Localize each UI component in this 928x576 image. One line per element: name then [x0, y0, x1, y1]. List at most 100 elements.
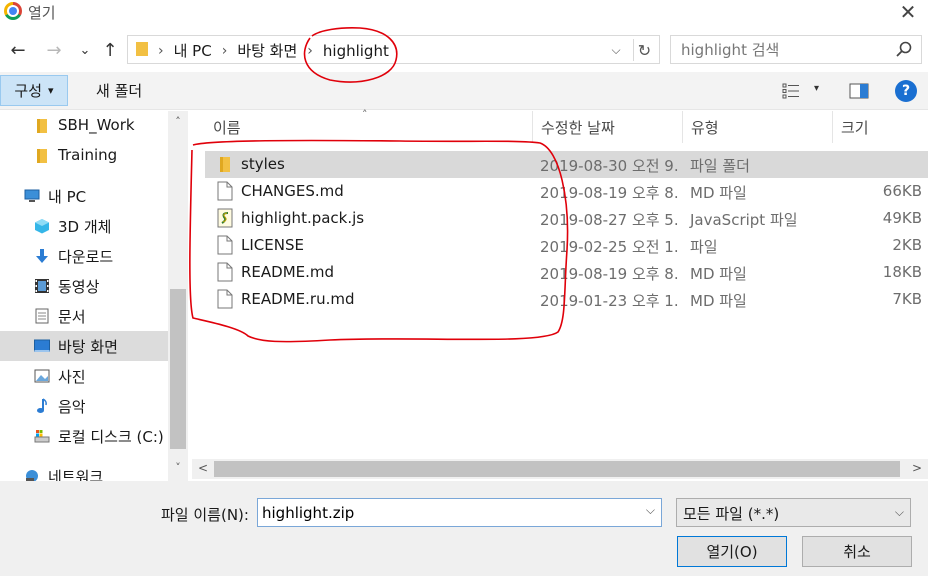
file-date: 2019-08-19 오후 8...: [540, 184, 680, 202]
breadcrumb-separator[interactable]: ›: [307, 43, 313, 59]
sidebar-item-local-disk[interactable]: 로컬 디스크 (C:): [0, 421, 168, 451]
breadcrumb: › 내 PC › 바탕 화면 › highlight: [158, 40, 399, 61]
title-bar: 열기 ✕: [0, 0, 928, 28]
sidebar-item-label: 문서: [58, 308, 86, 326]
column-header-type[interactable]: 유형: [683, 111, 833, 143]
sort-ascending-icon: ˄: [362, 108, 368, 121]
file-name: CHANGES.md: [241, 182, 344, 200]
scrollbar-thumb[interactable]: [170, 289, 186, 449]
horizontal-scrollbar[interactable]: < >: [192, 459, 928, 479]
cube-icon: [35, 219, 49, 234]
folder-icon: [37, 119, 47, 133]
sidebar-item-label: 내 PC: [48, 188, 87, 206]
scrollbar-thumb[interactable]: [214, 461, 900, 477]
file-row-highlight-pack[interactable]: highlight.pack.js 2019-08-27 오후 5... Jav…: [205, 205, 928, 232]
breadcrumb-separator[interactable]: ›: [222, 43, 228, 59]
sidebar-item-desktop[interactable]: 바탕 화면: [0, 331, 168, 361]
search-icon[interactable]: [895, 40, 913, 58]
chrome-icon: [4, 2, 22, 20]
picture-icon: [34, 369, 50, 383]
sidebar-item-label: Training: [58, 146, 118, 164]
file-size: 2KB: [892, 236, 922, 254]
network-icon: [26, 470, 38, 481]
organize-button[interactable]: 구성 ▾: [0, 75, 68, 106]
file-date: 2019-01-23 오후 1...: [540, 292, 680, 310]
breadcrumb-separator: ›: [158, 42, 164, 59]
file-icon: [217, 181, 233, 201]
back-button[interactable]: ←: [8, 38, 28, 62]
sidebar-item-pictures[interactable]: 사진: [0, 361, 168, 391]
sidebar-item-3d-objects[interactable]: 3D 개체: [0, 211, 168, 241]
search-box[interactable]: [670, 35, 922, 64]
column-header-date[interactable]: 수정한 날짜: [533, 111, 683, 143]
view-options-icon[interactable]: [782, 82, 800, 100]
sidebar-item-label: 3D 개체: [58, 218, 112, 236]
close-button[interactable]: ✕: [894, 0, 922, 24]
file-row-styles[interactable]: styles 2019-08-30 오전 9... 파일 폴더: [205, 151, 928, 178]
file-icon: [217, 289, 233, 309]
file-name: styles: [241, 155, 285, 173]
new-folder-button[interactable]: 새 폴더: [96, 80, 142, 101]
breadcrumb-item-my-pc[interactable]: 내 PC: [174, 40, 212, 61]
sidebar-item-downloads[interactable]: 다운로드: [0, 241, 168, 271]
preview-pane-icon[interactable]: [849, 82, 869, 100]
sidebar-item-network[interactable]: 네트워크: [0, 461, 168, 481]
sidebar-item-videos[interactable]: 동영상: [0, 271, 168, 301]
file-name: README.ru.md: [241, 290, 355, 308]
file-date: 2019-08-19 오후 8...: [540, 265, 680, 283]
window-title: 열기: [28, 4, 56, 22]
sidebar-item-sbh-work[interactable]: SBH_Work: [0, 111, 168, 141]
file-row-changes[interactable]: CHANGES.md 2019-08-19 오후 8... MD 파일 66KB: [205, 178, 928, 205]
sidebar-item-training[interactable]: Training: [0, 141, 168, 171]
file-size: 66KB: [882, 182, 922, 200]
cancel-button[interactable]: 취소: [802, 536, 912, 567]
file-type: JavaScript 파일: [690, 211, 798, 229]
recent-locations-button[interactable]: ⌄: [78, 38, 92, 62]
sidebar-item-documents[interactable]: 문서: [0, 301, 168, 331]
column-header-name[interactable]: 이름: [205, 111, 533, 143]
filename-input[interactable]: [262, 503, 632, 523]
column-header-size[interactable]: 크기: [833, 111, 928, 143]
address-bar[interactable]: › 내 PC › 바탕 화면 › highlight ⌵ ↻: [127, 35, 660, 64]
sidebar-scrollbar[interactable]: ˄ ˅: [168, 111, 188, 481]
sidebar-item-my-pc[interactable]: 내 PC: [0, 181, 168, 211]
chevron-down-icon: ▾: [48, 84, 54, 97]
computer-icon: [24, 189, 40, 202]
file-row-license[interactable]: LICENSE 2019-02-25 오전 1... 파일 2KB: [205, 232, 928, 259]
refresh-button[interactable]: ↻: [633, 39, 655, 61]
file-row-readme[interactable]: README.md 2019-08-19 오후 8... MD 파일 18KB: [205, 259, 928, 286]
breadcrumb-item-desktop[interactable]: 바탕 화면: [237, 40, 297, 61]
sidebar-item-label: 음악: [58, 398, 86, 416]
scroll-left-button[interactable]: <: [198, 461, 208, 475]
download-icon: [36, 249, 48, 263]
folder-icon: [136, 42, 148, 56]
forward-button[interactable]: →: [44, 38, 64, 62]
filename-combobox[interactable]: ⌵: [257, 498, 662, 527]
folder-icon: [220, 157, 230, 172]
scroll-right-button[interactable]: >: [912, 461, 922, 475]
scroll-up-button[interactable]: ˄: [172, 115, 184, 128]
file-row-readme-ru[interactable]: README.ru.md 2019-01-23 오후 1... MD 파일 7K…: [205, 286, 928, 313]
video-icon: [35, 279, 49, 293]
drive-icon: [34, 430, 50, 443]
chevron-down-icon[interactable]: ⌵: [646, 503, 655, 518]
file-type: MD 파일: [690, 292, 747, 310]
up-button[interactable]: ↑: [100, 38, 120, 62]
address-dropdown-button[interactable]: ⌵: [607, 41, 625, 59]
music-icon: [37, 398, 47, 413]
help-button[interactable]: ?: [895, 80, 917, 102]
file-type: MD 파일: [690, 184, 747, 202]
file-type-filter[interactable]: 모든 파일 (*.*) ⌵: [676, 498, 911, 527]
scroll-down-button[interactable]: ˅: [172, 461, 184, 474]
file-name: README.md: [241, 263, 335, 281]
file-name: LICENSE: [241, 236, 304, 254]
file-size: 7KB: [892, 290, 922, 308]
view-dropdown-button[interactable]: ▾: [814, 83, 819, 94]
file-type: MD 파일: [690, 265, 747, 283]
sidebar-item-music[interactable]: 음악: [0, 391, 168, 421]
open-button[interactable]: 열기(O): [677, 536, 787, 567]
sidebar-item-label: 다운로드: [58, 248, 114, 266]
breadcrumb-item-highlight[interactable]: highlight: [323, 42, 389, 60]
search-input[interactable]: [681, 40, 881, 60]
dialog-footer: 파일 이름(N): ⌵ 모든 파일 (*.*) ⌵ 열기(O) 취소: [0, 481, 928, 576]
